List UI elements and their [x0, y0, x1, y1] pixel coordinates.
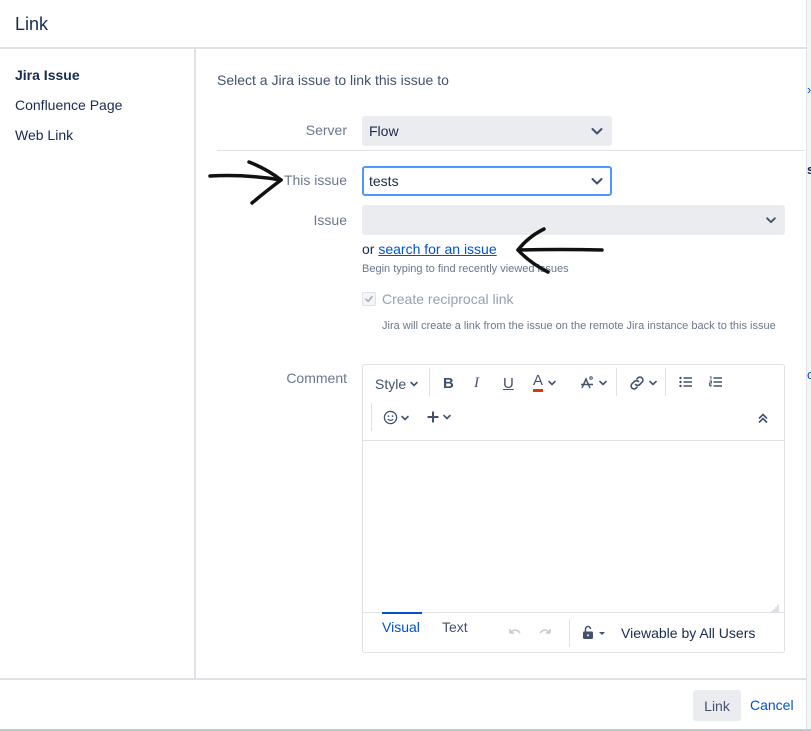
tab-text[interactable]: Text — [442, 619, 468, 635]
text-color-button[interactable]: A — [533, 373, 557, 392]
comment-label: Comment — [286, 370, 347, 386]
link-form: Select a Jira issue to link this issue t… — [197, 49, 806, 678]
text-color-icon: A — [533, 373, 544, 392]
comment-text-area[interactable] — [363, 441, 784, 613]
reciprocal-label: Create reciprocal link — [382, 291, 514, 307]
dialog-header: Link — [0, 0, 806, 49]
redo-button[interactable] — [538, 626, 552, 638]
checkmark-icon — [365, 296, 373, 303]
text-formatting-button[interactable] — [579, 375, 608, 391]
nav-item-confluence-page[interactable]: Confluence Page — [15, 97, 122, 113]
chevron-down-icon — [599, 380, 607, 386]
text-formatting-icon — [581, 376, 593, 389]
chevron-down-icon — [590, 168, 604, 194]
undo-button[interactable] — [508, 626, 522, 638]
insert-plus-icon — [427, 411, 439, 423]
reciprocal-description: Jira will create a link from the issue o… — [382, 320, 776, 332]
style-label: Style — [375, 376, 407, 392]
restriction-button[interactable] — [581, 625, 607, 640]
form-intro: Select a Jira issue to link this issue t… — [217, 72, 449, 88]
chevron-down-icon — [401, 415, 409, 421]
collapse-toolbar-button[interactable] — [757, 412, 769, 424]
bullet-list-button[interactable] — [679, 376, 693, 388]
italic-icon[interactable]: I — [474, 375, 479, 392]
form-divider — [217, 150, 805, 151]
nav-item-jira-issue[interactable]: Jira Issue — [15, 67, 80, 83]
dialog-title: Link — [15, 14, 49, 34]
search-issue-line: or search for an issue — [362, 241, 497, 257]
toolbar-separator — [371, 403, 372, 431]
comment-editor: Style B I U A Visual Text Viewable by Al… — [362, 364, 785, 653]
emoji-button[interactable] — [383, 410, 410, 425]
visual-tab-indicator — [382, 612, 422, 614]
bold-icon[interactable]: B — [443, 375, 454, 392]
collapse-toolbar-icon — [758, 413, 768, 423]
annotation-arrow-left — [516, 227, 604, 274]
toolbar-separator — [569, 619, 570, 647]
background-page-fragment: s — [807, 162, 811, 177]
toolbar-separator — [665, 368, 666, 396]
insert-button[interactable] — [426, 410, 452, 424]
tab-visual[interactable]: Visual — [382, 619, 420, 635]
this-issue-select[interactable]: tests — [362, 166, 612, 196]
chevron-down-icon — [443, 414, 451, 420]
style-dropdown[interactable]: Style — [375, 376, 419, 392]
server-select[interactable]: Flow — [362, 116, 612, 146]
editor-footer: Visual Text Viewable by All Users — [363, 612, 784, 652]
underline-icon[interactable]: U — [503, 375, 514, 392]
chevron-down-icon — [590, 116, 604, 146]
undo-icon — [509, 629, 521, 634]
bullet-list-icon — [679, 376, 692, 388]
annotation-arrow-right — [208, 160, 283, 205]
chevron-down-icon — [765, 205, 777, 235]
numbered-list-button[interactable] — [709, 376, 723, 388]
reciprocal-checkbox[interactable] — [362, 292, 376, 306]
server-label: Server — [305, 122, 347, 138]
visibility-label: Viewable by All Users — [621, 625, 756, 641]
numbered-list-icon — [709, 376, 722, 387]
link-icon — [630, 376, 644, 390]
server-value: Flow — [369, 123, 399, 139]
this-issue-value: tests — [369, 173, 399, 189]
nav-item-web-link[interactable]: Web Link — [15, 127, 73, 143]
emoji-icon — [383, 410, 398, 425]
unlock-icon — [583, 625, 593, 639]
issue-label: Issue — [313, 212, 347, 228]
caret-down-icon — [599, 631, 605, 635]
link-button[interactable] — [628, 375, 658, 391]
redo-icon — [539, 629, 551, 634]
this-issue-label: This issue — [283, 172, 347, 188]
search-for-issue-link[interactable]: search for an issue — [378, 241, 496, 257]
link-dialog: Link Jira Issue Confluence Page Web Link… — [0, 0, 806, 731]
toolbar-separator — [429, 368, 430, 396]
chevron-down-icon — [649, 380, 657, 386]
or-text: or — [362, 241, 375, 257]
background-page-edge — [806, 0, 811, 731]
toolbar-separator — [616, 368, 617, 396]
chevron-down-icon — [548, 380, 556, 386]
chevron-down-icon — [410, 381, 418, 387]
dialog-footer: Link Cancel — [0, 678, 806, 731]
link-button[interactable]: Link — [693, 690, 741, 721]
background-page-fragment: c — [807, 367, 811, 382]
link-type-nav: Jira Issue Confluence Page Web Link — [0, 49, 196, 678]
cancel-button[interactable]: Cancel — [750, 697, 794, 713]
background-page-fragment: › — [807, 82, 811, 97]
